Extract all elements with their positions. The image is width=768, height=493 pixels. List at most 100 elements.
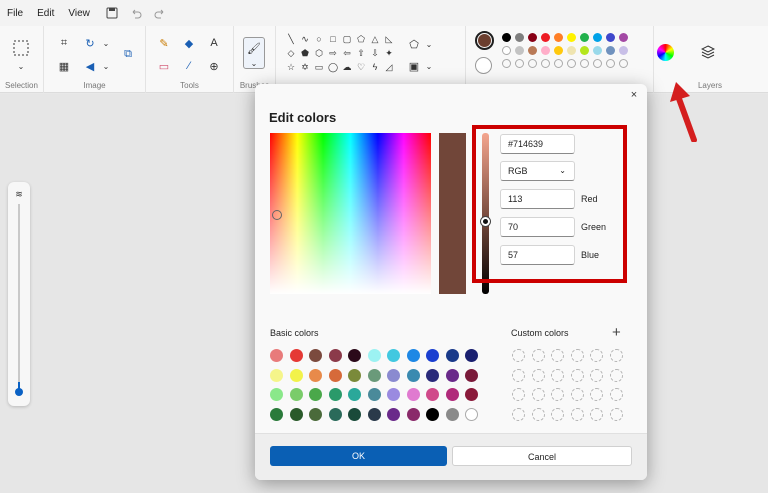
basic-color-swatch[interactable] (367, 368, 381, 382)
custom-color-slot[interactable] (531, 388, 545, 401)
custom-color-slot[interactable] (551, 407, 564, 421)
rotate-dropdown-icon[interactable]: ⌄ (98, 35, 114, 51)
spectrum-pointer[interactable] (272, 210, 282, 220)
line-shape-icon[interactable]: ╲ (284, 32, 298, 46)
palette-empty-swatch[interactable] (502, 59, 511, 68)
oval-shape-icon[interactable]: ○ (312, 32, 326, 46)
basic-color-swatch[interactable] (426, 349, 439, 362)
palette-empty-swatch[interactable] (528, 59, 537, 68)
custom-color-slot[interactable] (551, 388, 564, 401)
basic-color-swatch[interactable] (367, 349, 381, 362)
cancel-button[interactable]: Cancel (452, 446, 632, 466)
basic-color-swatch[interactable] (289, 368, 303, 382)
callout-oval-shape-icon[interactable]: ◯ (326, 60, 340, 74)
custom-color-slot[interactable] (609, 349, 623, 362)
palette-empty-swatch[interactable] (554, 59, 563, 68)
basic-color-swatch[interactable] (367, 388, 381, 401)
custom-color-slot[interactable] (512, 349, 525, 362)
basic-color-swatch[interactable] (387, 368, 400, 382)
basic-color-swatch[interactable] (445, 349, 459, 362)
custom-color-slot[interactable] (570, 388, 584, 401)
palette-empty-swatch[interactable] (606, 59, 615, 68)
hexagon-shape-icon[interactable]: ⬡ (312, 46, 326, 60)
basic-color-swatch[interactable] (289, 349, 303, 362)
outline-dropdown-icon[interactable]: ⌄ (421, 36, 437, 52)
flip-icon[interactable]: ◀ (82, 58, 98, 74)
polygon-shape-icon[interactable]: ⬠ (354, 32, 368, 46)
palette-swatch[interactable] (541, 46, 550, 55)
custom-color-slot[interactable] (531, 407, 545, 421)
diamond-shape-icon[interactable]: ◇ (284, 46, 298, 60)
basic-color-swatch[interactable] (289, 388, 303, 401)
curve-shape-icon[interactable]: ∿ (298, 32, 312, 46)
basic-color-swatch[interactable] (406, 388, 420, 401)
basic-color-swatch[interactable] (387, 349, 400, 362)
text-icon[interactable]: A (206, 35, 222, 51)
custom-color-slot[interactable] (512, 407, 525, 421)
basic-color-swatch[interactable] (328, 407, 342, 421)
heart-shape-icon[interactable]: ♡ (354, 60, 368, 74)
basic-color-swatch[interactable] (445, 407, 459, 421)
palette-swatch[interactable] (606, 33, 615, 42)
palette-swatch[interactable] (593, 33, 602, 42)
callout-cloud-shape-icon[interactable]: ☁ (340, 60, 354, 74)
undo-icon[interactable] (127, 4, 145, 22)
basic-color-swatch[interactable] (406, 349, 420, 362)
palette-swatch[interactable] (541, 33, 550, 42)
color-picker-icon[interactable]: ⁄ (181, 58, 197, 74)
pentagon-shape-icon[interactable]: ⬟ (298, 46, 312, 60)
basic-color-swatch[interactable] (387, 407, 400, 421)
custom-color-slot[interactable] (531, 349, 545, 362)
basic-color-swatch[interactable] (309, 388, 322, 401)
custom-color-slot[interactable] (551, 368, 564, 382)
custom-color-slot[interactable] (512, 388, 525, 401)
star5-shape-icon[interactable]: ☆ (284, 60, 298, 74)
basic-color-swatch[interactable] (426, 407, 439, 421)
basic-color-swatch[interactable] (348, 349, 361, 362)
palette-empty-swatch[interactable] (541, 59, 550, 68)
basic-color-swatch[interactable] (426, 388, 439, 401)
palette-empty-swatch[interactable] (619, 59, 628, 68)
custom-color-slot[interactable] (551, 349, 564, 362)
green-input[interactable]: 70 (500, 217, 575, 237)
menu-edit[interactable]: Edit (30, 8, 61, 19)
palette-swatch[interactable] (554, 46, 563, 55)
chevron-down-icon[interactable]: ⌄ (13, 58, 29, 74)
fill-icon[interactable]: ◆ (181, 35, 197, 51)
basic-color-swatch[interactable] (309, 368, 322, 382)
ok-button[interactable]: OK (270, 446, 447, 466)
arrow-left-shape-icon[interactable]: ⇦ (340, 46, 354, 60)
palette-swatch[interactable] (528, 46, 537, 55)
basic-color-swatch[interactable] (348, 407, 361, 421)
menu-file[interactable]: File (0, 8, 30, 19)
basic-color-swatch[interactable] (328, 368, 342, 382)
basic-color-swatch[interactable] (406, 368, 420, 382)
basic-color-swatch[interactable] (270, 407, 283, 421)
callout-rect-shape-icon[interactable]: ▭ (312, 60, 326, 74)
lightning-shape-icon[interactable]: ϟ (368, 60, 382, 74)
custom-color-slot[interactable] (512, 368, 525, 382)
selection-icon[interactable] (13, 40, 29, 56)
basic-color-swatch[interactable] (348, 388, 361, 401)
palette-swatch[interactable] (619, 33, 628, 42)
arrow-up-shape-icon[interactable]: ⇧ (354, 46, 368, 60)
blue-input[interactable]: 57 (500, 245, 575, 265)
palette-swatch[interactable] (593, 46, 602, 55)
hex-input[interactable]: #714639 (500, 134, 575, 154)
shape-fill-dropdown-icon[interactable]: ⌄ (421, 58, 437, 74)
basic-color-swatch[interactable] (465, 407, 478, 421)
magnifier-icon[interactable]: ⊕ (206, 58, 222, 74)
custom-color-slot[interactable] (590, 349, 603, 362)
basic-color-swatch[interactable] (367, 407, 381, 421)
custom-color-slot[interactable] (609, 388, 623, 401)
zoom-slider-track[interactable] (18, 204, 20, 394)
rectangle-shape-icon[interactable]: □ (326, 32, 340, 46)
palette-swatch[interactable] (580, 33, 589, 42)
custom-color-slot[interactable] (590, 368, 603, 382)
image-select-icon[interactable]: ⧉ (120, 46, 136, 62)
basic-color-swatch[interactable] (465, 349, 478, 362)
palette-empty-swatch[interactable] (593, 59, 602, 68)
custom-color-slot[interactable] (531, 368, 545, 382)
color-spectrum[interactable] (270, 133, 431, 294)
color-mode-select[interactable]: RGB ⌄ (500, 161, 575, 181)
